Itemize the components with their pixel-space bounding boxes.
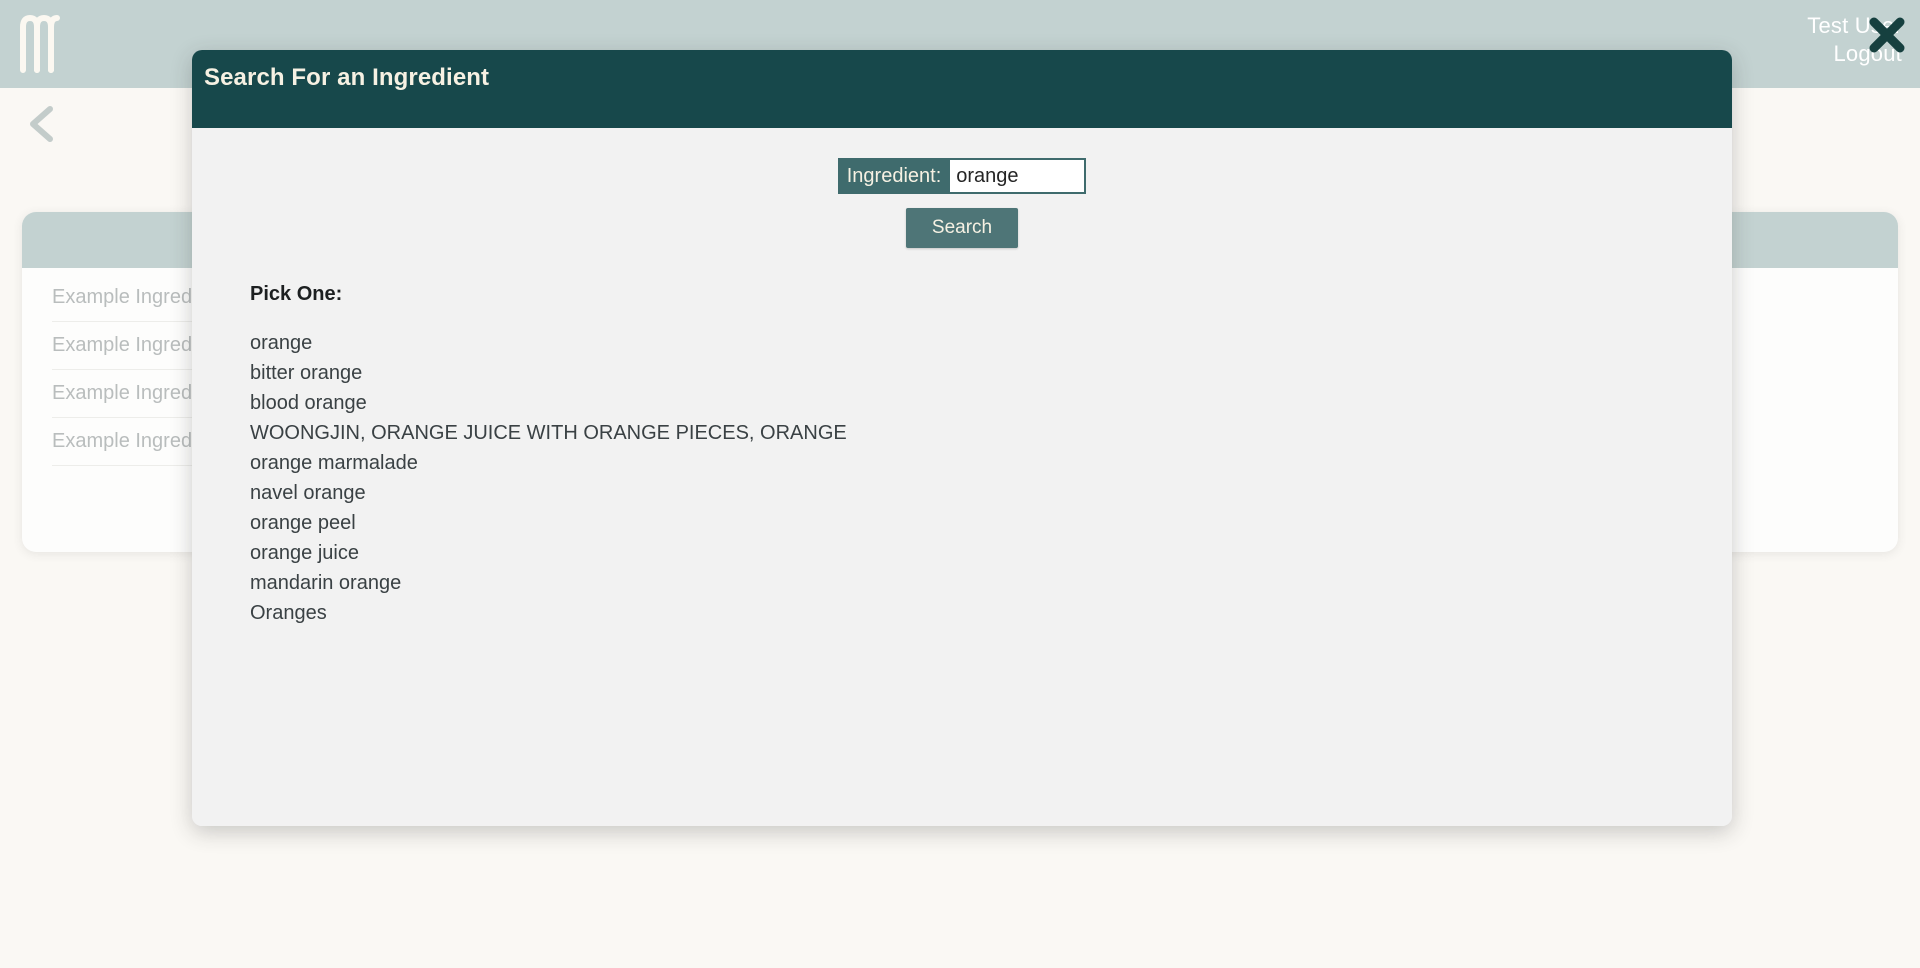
search-result-item[interactable]: orange marmalade xyxy=(250,448,847,478)
search-result-item[interactable]: Oranges xyxy=(250,598,847,628)
search-button[interactable]: Search xyxy=(905,208,1019,248)
close-icon[interactable] xyxy=(1866,14,1908,56)
search-ingredient-modal: Search For an Ingredient Ingredient: Sea… xyxy=(192,50,1732,826)
search-result-item[interactable]: blood orange xyxy=(250,388,847,418)
search-result-item[interactable]: orange juice xyxy=(250,538,847,568)
chevron-left-icon[interactable] xyxy=(22,102,66,146)
ingredient-search-input[interactable] xyxy=(950,158,1087,194)
modal-title: Search For an Ingredient xyxy=(204,64,490,91)
search-result-item[interactable]: orange peel xyxy=(250,508,847,538)
search-row: Ingredient: xyxy=(192,158,1732,194)
modal-body: Ingredient: Search Pick One: orangebitte… xyxy=(192,128,1732,826)
m-logo-icon[interactable] xyxy=(18,14,64,74)
search-button-row: Search xyxy=(192,208,1732,248)
ingredient-label: Ingredient: xyxy=(837,158,951,194)
search-result-item[interactable]: bitter orange xyxy=(250,358,847,388)
pick-one-heading: Pick One: xyxy=(250,283,343,305)
search-results-list: orange bitter orange blood orange WOONGJIN,… xyxy=(250,328,847,628)
search-result-item[interactable]: WOONGJIN, ORANGE JUICE WITH ORANGE PIECE… xyxy=(250,418,847,448)
ingredient-input-group: Ingredient: xyxy=(837,158,1087,194)
results-area: Pick One: orange bitter orange blood orang… xyxy=(250,283,847,628)
search-result-item[interactable]: orange xyxy=(250,328,847,358)
search-result-item[interactable]: navel orange xyxy=(250,478,847,508)
modal-header: Search For an Ingredient xyxy=(192,50,1732,128)
search-result-item[interactable]: mandarin orange xyxy=(250,568,847,598)
